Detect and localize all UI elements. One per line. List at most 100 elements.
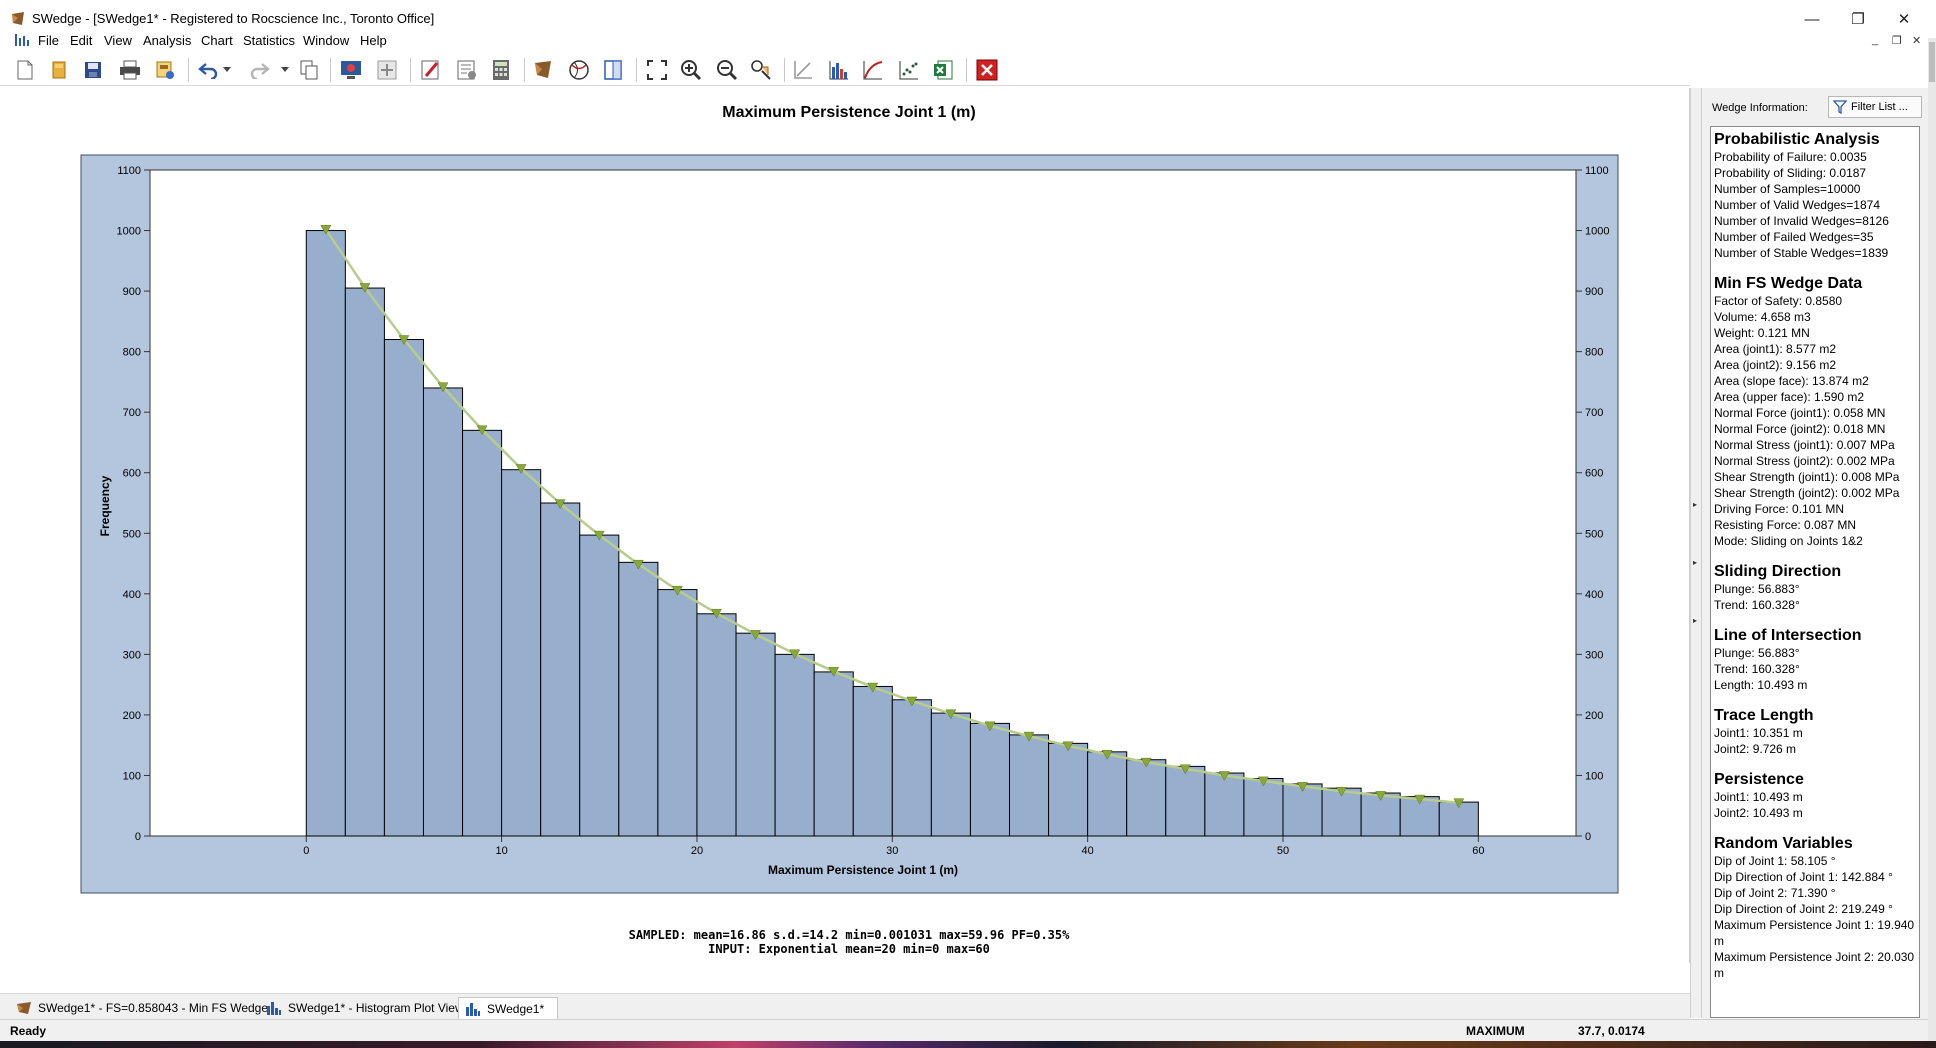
y-axis-label: Frequency [98, 475, 112, 536]
x-tick-label: 50 [1277, 845, 1289, 857]
filter-list-button[interactable]: Filter List ... [1828, 96, 1922, 118]
y-tick-label-left: 400 [123, 589, 141, 601]
y-tick-label-right: 0 [1585, 831, 1591, 843]
redo-dropdown-icon[interactable] [278, 57, 292, 83]
panel-splitter[interactable]: ▸ ▸ ▸ [1690, 88, 1702, 1018]
histogram-bar [1126, 759, 1167, 837]
menu-view[interactable]: View [104, 33, 132, 48]
redo-icon[interactable] [246, 57, 272, 83]
copy-icon[interactable] [296, 57, 322, 83]
menu-chart[interactable]: Chart [201, 33, 233, 48]
minimize-button[interactable]: — [1792, 6, 1832, 32]
tab-swedge1[interactable]: SWedge1* [458, 997, 558, 1019]
model-view-icon[interactable] [338, 57, 364, 83]
properties-icon[interactable] [454, 57, 480, 83]
menu-window[interactable]: Window [303, 33, 349, 48]
menu-analysis[interactable]: Analysis [143, 33, 191, 48]
zoom-extents-icon[interactable] [644, 57, 670, 83]
splitter-arrow-icon[interactable]: ▸ [1693, 616, 1697, 625]
add-joint-icon[interactable] [374, 57, 400, 83]
info-line: Joint1: 10.493 m [1714, 790, 1803, 804]
histogram-doc-icon [15, 34, 29, 46]
menu-file[interactable]: File [38, 33, 59, 48]
splitter-arrow-icon[interactable]: ▸ [1693, 500, 1697, 509]
y-tick-label-left: 500 [123, 528, 141, 540]
menu-edit[interactable]: Edit [70, 33, 92, 48]
info-line: Number of Samples=10000 [1714, 182, 1861, 196]
x-tick-label: 10 [495, 845, 507, 857]
y-tick-label-left: 100 [123, 770, 141, 782]
mdi-close-icon[interactable]: ✕ [1912, 34, 1921, 47]
histogram-bar [930, 712, 971, 837]
undo-dropdown-icon[interactable] [220, 57, 234, 83]
y-tick-label-right: 1000 [1585, 226, 1609, 238]
status-ready: Ready [10, 1024, 47, 1038]
pan-icon[interactable] [748, 57, 774, 83]
histogram-bar [1204, 772, 1245, 837]
save-icon[interactable] [80, 57, 106, 83]
y-tick-label-right: 800 [1585, 347, 1603, 359]
y-tick-label-left: 0 [135, 831, 141, 843]
info-line: Resisting Force: 0.087 MN [1714, 518, 1857, 532]
splitter-arrow-icon[interactable]: ▸ [1693, 558, 1697, 567]
tab-histogram-plot-view[interactable]: SWedge1* - Histogram Plot View [260, 997, 470, 1019]
info-line: Number of Invalid Wedges=8126 [1714, 214, 1889, 228]
tab-min-fs-wedge[interactable]: SWedge1* - FS=0.858043 - Min FS Wedge [10, 997, 274, 1019]
scrollbar-thumb[interactable] [1929, 42, 1935, 82]
histogram-bar [696, 613, 737, 837]
desktop-background [0, 1041, 1936, 1048]
new-icon[interactable] [12, 57, 38, 83]
zoom-out-icon[interactable] [714, 57, 740, 83]
histogram-bar [969, 722, 1011, 837]
info-line: Dip Direction of Joint 1: 142.884 ° [1714, 870, 1893, 884]
wedge-information-panel: Wedge Information: Filter List ... Proba… [1702, 88, 1928, 1026]
info-section-title: Persistence [1714, 771, 1804, 788]
y-tick-label-left: 200 [123, 710, 141, 722]
mdi-restore-icon[interactable]: ❐ [1892, 34, 1902, 47]
info-line: Shear Strength (joint1): 0.008 MPa [1714, 470, 1900, 484]
open-icon[interactable] [46, 57, 72, 83]
stereonet-icon[interactable] [566, 57, 592, 83]
calculator-icon[interactable] [488, 57, 514, 83]
close-icon: ✕ [1897, 11, 1911, 28]
excel-icon[interactable] [930, 57, 956, 83]
histogram-icon[interactable] [826, 57, 852, 83]
sidebar-icon[interactable] [600, 57, 626, 83]
info-line: Area (upper face): 1.590 m2 [1714, 390, 1865, 404]
cumulative-icon[interactable] [860, 57, 886, 83]
histogram-bar [501, 469, 542, 837]
info-line: Joint2: 10.493 m [1714, 806, 1803, 820]
tab-label: SWedge1* - Histogram Plot View [288, 1001, 464, 1015]
filter-list-label: Filter List ... [1851, 101, 1908, 113]
close-button[interactable]: ✕ [1884, 6, 1924, 32]
info-line: Volume: 4.658 m3 [1714, 310, 1811, 324]
statistics-footer: SAMPLED: mean=16.86 s.d.=14.2 min=0.0010… [8, 928, 1690, 956]
menu-statistics[interactable]: Statistics [243, 33, 295, 48]
edit-icon[interactable] [418, 57, 444, 83]
info-line: Number of Failed Wedges=35 [1714, 230, 1874, 244]
restore-button[interactable]: ❐ [1838, 6, 1878, 32]
status-mode: MAXIMUM [1466, 1024, 1525, 1038]
info-line: Area (slope face): 13.874 m2 [1714, 374, 1869, 388]
zoom-in-icon[interactable] [678, 57, 704, 83]
right-edge-scrollbar[interactable] [1928, 38, 1936, 1041]
histogram-chart[interactable]: 0 0100 100200 200300 300400 400500 500600 60070… [8, 88, 1690, 908]
scatter-icon[interactable] [896, 57, 922, 83]
close-red-icon[interactable] [974, 57, 1000, 83]
undo-icon[interactable] [196, 57, 222, 83]
histogram-icon [267, 1002, 281, 1015]
info-line: Shear Strength (joint2): 0.002 MPa [1714, 486, 1900, 500]
export-image-icon[interactable] [152, 57, 178, 83]
histogram-bar [618, 561, 659, 837]
wedge-icon[interactable] [530, 57, 556, 83]
sampled-stats: SAMPLED: mean=16.86 s.d.=14.2 min=0.0010… [628, 928, 1070, 942]
info-line: Normal Force (joint2): 0.018 MN [1714, 422, 1886, 436]
info-line: Driving Force: 0.101 MN [1714, 502, 1845, 516]
info-line: Joint2: 9.726 m [1714, 742, 1797, 756]
print-icon[interactable] [117, 57, 143, 83]
mdi-minimize-icon[interactable]: _ [1872, 34, 1878, 46]
axes-icon[interactable] [790, 57, 816, 83]
info-line: Normal Stress (joint2): 0.002 MPa [1714, 454, 1895, 468]
menu-help[interactable]: Help [360, 33, 387, 48]
info-line: Probability of Sliding: 0.0187 [1714, 166, 1867, 180]
